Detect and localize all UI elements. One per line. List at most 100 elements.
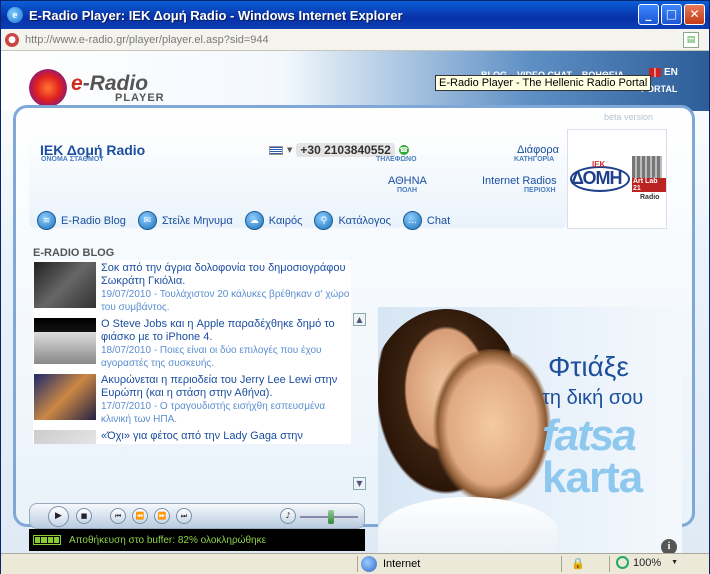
window-title: E-Radio Player: ΙΕΚ Δομή Radio - Windows… [29,7,403,23]
list-item[interactable]: Σοκ από την άγρια δολοφονία του δημοσιογ… [33,260,351,316]
maximize-button[interactable]: □ [661,4,682,25]
language-switch[interactable]: EN [649,67,678,78]
menu-label: Στείλε Μηνυμα [161,214,233,227]
blog-list[interactable]: Σοκ από την άγρια δολοφονία του δημοσιογ… [33,260,351,444]
info-icon[interactable]: i [661,539,677,553]
menu-chat[interactable]: … Chat [402,211,451,230]
blog-section: E-RADIO BLOG Σοκ από την άγρια δολοφονία… [29,247,375,507]
list-item[interactable]: Ακυρώνεται η περιοδεία του Jerry Lee Lew… [33,372,351,428]
buffer-meter [33,535,61,545]
chevron-down-icon[interactable]: ▼ [671,559,678,566]
language-label: EN [664,67,678,78]
post-thumbnail[interactable] [34,318,96,364]
menu-catalog[interactable]: ⚲ Κατάλογος [314,211,391,230]
city-label: ΠΟΛΗ [397,187,418,194]
phone-icon[interactable]: ☎ [398,145,409,155]
station-name-label: ΟΝΟΜΑ ΣΤΑΘΜΟΥ [41,156,104,163]
stop-button[interactable]: ■ [76,508,92,524]
beta-label: beta version [604,112,654,122]
post-thumbnail[interactable] [34,430,96,444]
logo-domi-text: ΔΟΜΗ [571,168,622,188]
post-thumbnail[interactable] [34,374,96,420]
play-button[interactable]: ▶ [48,506,69,527]
ad-man-image [422,349,562,519]
post-title[interactable]: Ακυρώνεται η περιοδεία του Jerry Lee Lew… [101,374,351,400]
site-favicon-icon: ● [5,32,19,47]
blog-icon: ≡ [37,211,56,230]
status-bar: Internet 🔒 100% ▼ [1,553,709,574]
zone-label: Internet [383,558,421,570]
station-phone: +30 2103840552 [296,143,395,157]
post-meta: 19/07/2010 - Τουλάχιστον 20 κάλυκες βρέθ… [101,289,350,313]
eradio-logo[interactable]: e-Radio PLAYER [29,69,165,107]
buffer-text: Αποθήκευση στο buffer: 82% ολοκληρώθηκε [69,534,267,546]
post-title[interactable]: Σοκ από την άγρια δολοφονία του δημοσιογ… [101,262,351,288]
logo-art-text: Art Lab 21 [632,178,666,192]
blog-title: E-RADIO BLOG [33,247,115,259]
advertisement[interactable]: Φτιάξε τη δική σου fatsa karta i [378,307,682,553]
status-divider [357,556,358,572]
logo-subtitle: PLAYER [115,92,165,104]
list-item[interactable]: Ο Steve Jobs και η Apple παραδέχθηκε δημ… [33,316,351,372]
zoom-level: 100% [633,556,662,569]
close-button[interactable]: ✕ [684,4,705,25]
security-zone[interactable]: Internet [361,556,420,572]
menu-weather[interactable]: ☁ Καιρός [244,211,303,230]
ad-subheadline: τη δική σου [542,387,644,409]
greek-flag-icon[interactable] [269,145,283,155]
audio-player: ▶ ■ ⏮ ⏪ ⏩ ⏭ ♪ [29,503,365,529]
station-city: ΑΘΗΝΑ [388,175,427,187]
menu-eradio-blog[interactable]: ≡ E-Radio Blog [37,211,126,230]
menu-label: E-Radio Blog [61,214,126,227]
globe-icon [361,556,377,572]
skip-back-button[interactable]: ⏮ [110,508,126,524]
volume-knob[interactable] [328,510,334,524]
chat-icon: … [402,211,422,230]
ad-shirt-image [378,497,558,553]
speaker-icon[interactable]: ♪ [280,508,296,524]
scroll-down-button[interactable]: ▼ [353,477,366,490]
list-item[interactable]: «Όχι» για φέτος από την Lady Gaga στην [33,428,351,444]
phone-label: ΤΗΛΕΦΩΝΟ [376,156,417,163]
search-icon: ⚲ [314,211,334,230]
tooltip: E-Radio Player - The Hellenic Radio Port… [435,75,652,91]
station-menu: ≡ E-Radio Blog ✉ Στείλε Μηνυμα ☁ Καιρός … [37,211,462,230]
chevron-down-icon[interactable]: ▼ [287,146,292,154]
menu-label: Chat [426,214,451,227]
browser-window: e E-Radio Player: ΙΕΚ Δομή Radio - Windo… [0,0,710,574]
mail-icon: ✉ [137,211,157,230]
weather-icon: ☁ [244,211,264,230]
status-divider [609,556,610,572]
menu-label: Κατάλογος [338,214,391,227]
minimize-button[interactable]: _ [638,4,659,25]
phone-box: ▼ +30 2103840552 ☎ [269,143,409,157]
category-label: ΚΑΤΗΓΟΡΙΑ [514,156,555,163]
station-region: Internet Radios [482,175,557,187]
post-title[interactable]: «Όχι» για φέτος από την Lady Gaga στην [101,430,351,443]
ad-brand-line2: karta [542,453,643,502]
skip-forward-button[interactable]: ⏭ [176,508,192,524]
ie-icon: e [7,7,23,23]
page-icon[interactable]: ▤ [683,32,699,48]
logo-radio-text: Radio [640,194,660,201]
scroll-up-button[interactable]: ▲ [353,313,366,326]
post-meta: 17/07/2010 - Ο τραγουδιστής εισήχθη εσπε… [101,401,326,425]
title-bar: e E-Radio Player: ΙΕΚ Δομή Radio - Windo… [1,1,709,29]
buffer-status: Αποθήκευση στο buffer: 82% ολοκληρώθηκε [29,529,365,551]
region-label: ΠΕΡΙΟΧΗ [524,187,556,194]
address-bar: ● http://www.e-radio.gr/player/player.el… [1,29,709,51]
post-thumbnail[interactable] [34,262,96,308]
post-title[interactable]: Ο Steve Jobs και η Apple παραδέχθηκε δημ… [101,318,351,344]
menu-label: Καιρός [268,214,303,227]
station-logo: ΙΕΚ ΔΟΜΗ Art Lab 21 Radio [567,129,667,229]
page-content: e-Radio PLAYER BLOG VIDEO CHAT ΒΟΗΘΕΙΑ E… [1,51,709,553]
protected-mode-icon[interactable]: 🔒 [571,557,585,570]
ad-headline: Φτιάξε [548,351,629,382]
station-category: Διάφορα [517,144,560,156]
zoom-icon [616,556,629,569]
zoom-control[interactable]: 100% ▼ [616,556,678,569]
address-url[interactable]: http://www.e-radio.gr/player/player.el.a… [25,34,269,46]
forward-button[interactable]: ⏩ [154,508,170,524]
menu-send-message[interactable]: ✉ Στείλε Μηνυμα [137,211,233,230]
rewind-button[interactable]: ⏪ [132,508,148,524]
